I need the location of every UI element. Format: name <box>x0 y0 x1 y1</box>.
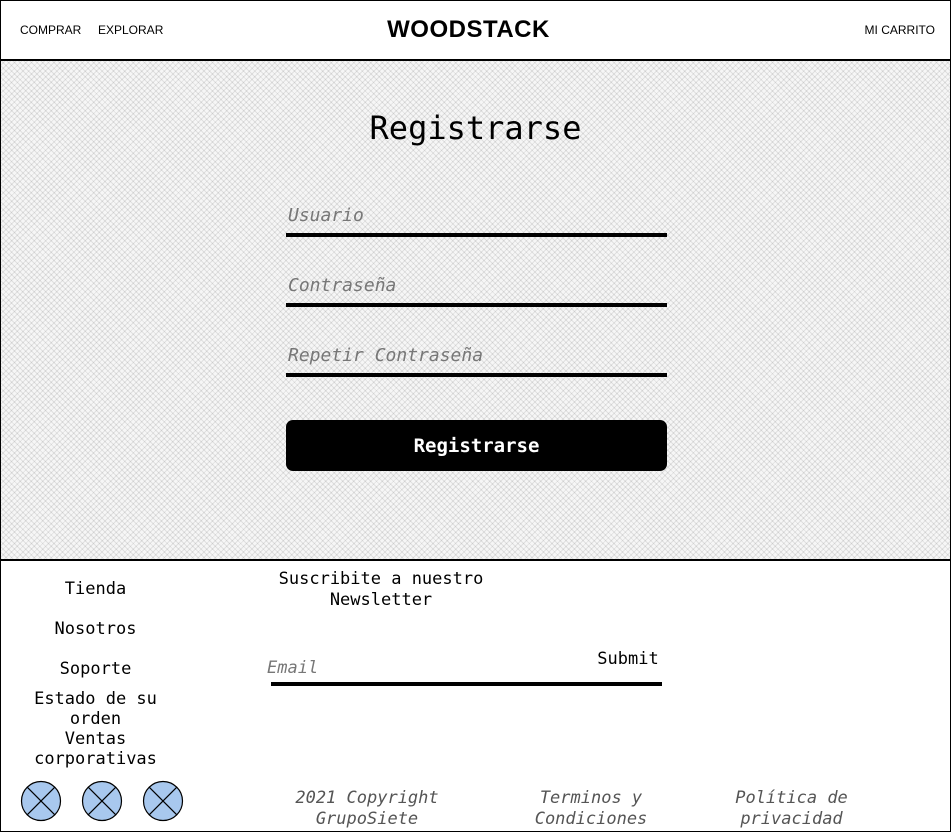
brand-logo[interactable]: WOODSTACK <box>1 16 936 44</box>
repeat-password-field-wrapper <box>286 337 667 377</box>
footer: Tienda Nosotros Soporte Estado de su ord… <box>0 561 951 832</box>
password-field-wrapper <box>286 267 667 307</box>
username-input[interactable] <box>286 197 667 233</box>
newsletter-submit-button[interactable]: Submit <box>589 647 667 671</box>
register-section: Registrarse Registrarse <box>0 61 951 561</box>
register-button[interactable]: Registrarse <box>286 420 667 471</box>
footer-link-soporte[interactable]: Soporte <box>13 659 178 679</box>
newsletter-email-input[interactable] <box>265 653 585 683</box>
nav-cart-link[interactable]: MI CARRITO <box>865 23 935 37</box>
terms-link[interactable]: Terminos y Condiciones <box>521 788 661 830</box>
footer-link-tienda[interactable]: Tienda <box>13 579 178 599</box>
privacy-link[interactable]: Política de privacidad <box>719 788 864 830</box>
social-icon-3[interactable] <box>142 780 184 822</box>
footer-link-nosotros[interactable]: Nosotros <box>13 619 178 639</box>
repeat-password-input[interactable] <box>286 337 667 373</box>
email-underline <box>271 682 662 686</box>
password-input[interactable] <box>286 267 667 303</box>
footer-link-estado-orden[interactable]: Estado de su orden <box>13 689 178 729</box>
social-icon-2[interactable] <box>81 780 123 822</box>
newsletter-title: Suscribite a nuestro Newsletter <box>278 569 484 610</box>
page-title: Registrarse <box>369 109 582 147</box>
header: COMPRAR EXPLORAR WOODSTACK MI CARRITO <box>0 0 951 61</box>
username-field-wrapper <box>286 197 667 237</box>
social-icon-1[interactable] <box>20 780 62 822</box>
footer-link-ventas-corporativas[interactable]: Ventas corporativas <box>13 729 178 769</box>
copyright-text: 2021 Copyright GrupoSiete <box>295 788 439 829</box>
